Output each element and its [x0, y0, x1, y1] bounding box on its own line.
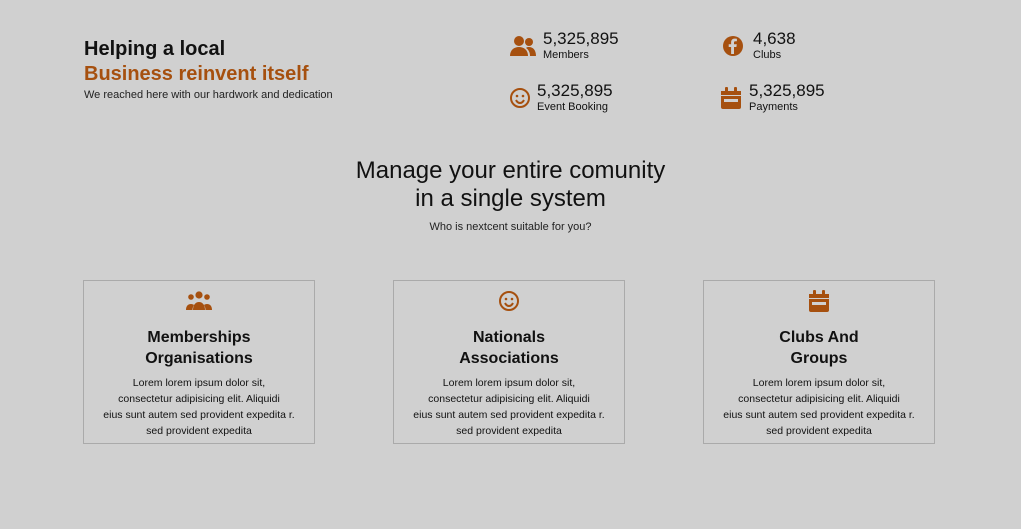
card-clubs-groups: Clubs And Groups Lorem lorem ipsum dolor…: [703, 280, 935, 444]
card-description-line: sed provident expedita: [146, 425, 252, 437]
stat-clubs: 4,638 Clubs: [719, 30, 796, 62]
stat-label: Payments: [749, 101, 798, 113]
card-description: Lorem lorem ipsum dolor sit, consectetur…: [84, 375, 314, 439]
card-description-line: consectetur adipisicing elit. Aliquidi: [118, 393, 280, 405]
card-nationals: Nationals Associations Lorem lorem ipsum…: [393, 280, 625, 444]
stat-value: 5,325,895: [749, 81, 825, 100]
calendar-icon: [704, 289, 934, 313]
section-heading-line1: Manage your entire comunity: [355, 157, 666, 184]
stat-event-booking: 5,325,895 Event Booking: [509, 82, 613, 114]
hero-subtitle: We reached here with our hardwork and de…: [84, 89, 333, 101]
card-description-line: eius sunt autem sed provident expedita r…: [723, 409, 915, 421]
card-description-line: eius sunt autem sed provident expedita r…: [413, 409, 605, 421]
card-title: Nationals Associations: [459, 329, 559, 367]
hero-title-line1: Helping a local: [84, 38, 226, 60]
card-title: Memberships Organisations: [145, 329, 253, 367]
users-icon: [84, 289, 314, 313]
card-description-line: consectetur adipisicing elit. Aliquidi: [428, 393, 590, 405]
card-description-line: Lorem lorem ipsum dolor sit,: [442, 377, 576, 389]
smiley-icon: [509, 84, 531, 112]
card-description-line: sed provident expedita: [766, 425, 872, 437]
card-description-line: Lorem lorem ipsum dolor sit,: [132, 377, 266, 389]
calendar-icon: [719, 84, 743, 112]
stat-label: Event Booking: [537, 101, 608, 113]
card-description: Lorem lorem ipsum dolor sit, consectetur…: [394, 375, 624, 439]
hero-title-line2: Business reinvent itself: [84, 63, 309, 85]
section-heading-line2: in a single system: [415, 185, 606, 212]
stat-value: 5,325,895: [543, 29, 619, 48]
stat-label: Members: [543, 49, 589, 61]
card-description-line: Lorem lorem ipsum dolor sit,: [752, 377, 886, 389]
facebook-icon: [719, 32, 747, 60]
smiley-icon: [394, 289, 624, 313]
card-title: Clubs And Groups: [779, 329, 859, 367]
stat-members: 5,325,895 Members: [509, 30, 619, 62]
stat-value: 4,638: [753, 29, 796, 48]
stat-payments: 5,325,895 Payments: [719, 82, 825, 114]
hero-block: Helping a local Business reinvent itself…: [84, 37, 333, 101]
users-icon: [509, 32, 537, 60]
card-description-line: sed provident expedita: [456, 425, 562, 437]
section-subheading: Who is nextcent suitable for you?: [429, 221, 592, 233]
card-description-line: consectetur adipisicing elit. Aliquidi: [738, 393, 900, 405]
card-description-line: eius sunt autem sed provident expedita r…: [103, 409, 295, 421]
stat-value: 5,325,895: [537, 81, 613, 100]
card-memberships: Memberships Organisations Lorem lorem ip…: [83, 280, 315, 444]
section-header: Manage your entire comunity in a single …: [0, 157, 1021, 233]
card-description: Lorem lorem ipsum dolor sit, consectetur…: [704, 375, 934, 439]
stat-label: Clubs: [753, 49, 782, 61]
